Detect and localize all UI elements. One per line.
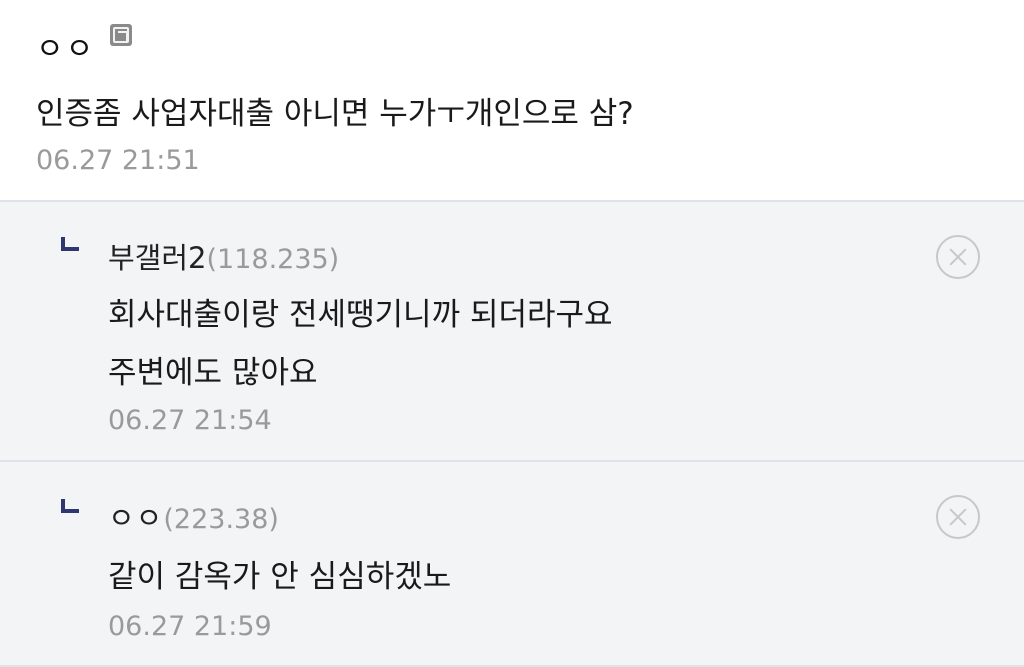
fixed-nick-icon [110,24,132,46]
original-comment: ㅇㅇ 인증좀 사업자대출 아니면 누가ㅜ개인으로 삼? 06.27 21:51 [0,0,1024,202]
reply-body: 회사대출이랑 전세땡기니까 되더라구요 주변에도 많아요 [108,286,613,402]
reply-body: 같이 감옥가 안 심심하겠노 [108,548,451,606]
reply-ip: (223.38) [163,504,279,535]
reply-line: 주변에도 많아요 [108,355,318,391]
reply-timestamp: 06.27 21:54 [108,405,272,436]
reply-line: 회사대출이랑 전세땡기니까 되더라구요 [108,297,613,333]
reply-line: 같이 감옥가 안 심심하겠노 [108,559,452,595]
reply-nickname: 부갤러2 [108,241,207,275]
comment-author[interactable]: ㅇㅇ [36,24,95,68]
reply-author[interactable]: ㅇㅇ(223.38) [108,495,279,537]
comment-body: 인증좀 사업자대출 아니면 누가ㅜ개인으로 삼? [36,96,634,132]
reply-item: ㅇㅇ(223.38) 같이 감옥가 안 심심하겠노 06.27 21:59 [0,460,1024,667]
reply-ip: (118.235) [206,244,340,275]
reply-timestamp: 06.27 21:59 [108,611,272,642]
delete-circle-icon[interactable] [936,495,980,539]
delete-circle-icon[interactable] [936,235,980,279]
reply-author[interactable]: 부갤러2(118.235) [108,235,339,277]
reply-nickname: ㅇㅇ [108,501,164,535]
reply-item: 부갤러2(118.235) 회사대출이랑 전세땡기니까 되더라구요 주변에도 많… [0,200,1024,461]
comment-timestamp: 06.27 21:51 [36,145,200,176]
reply-arrow-icon [61,237,79,251]
reply-arrow-icon [61,499,79,513]
